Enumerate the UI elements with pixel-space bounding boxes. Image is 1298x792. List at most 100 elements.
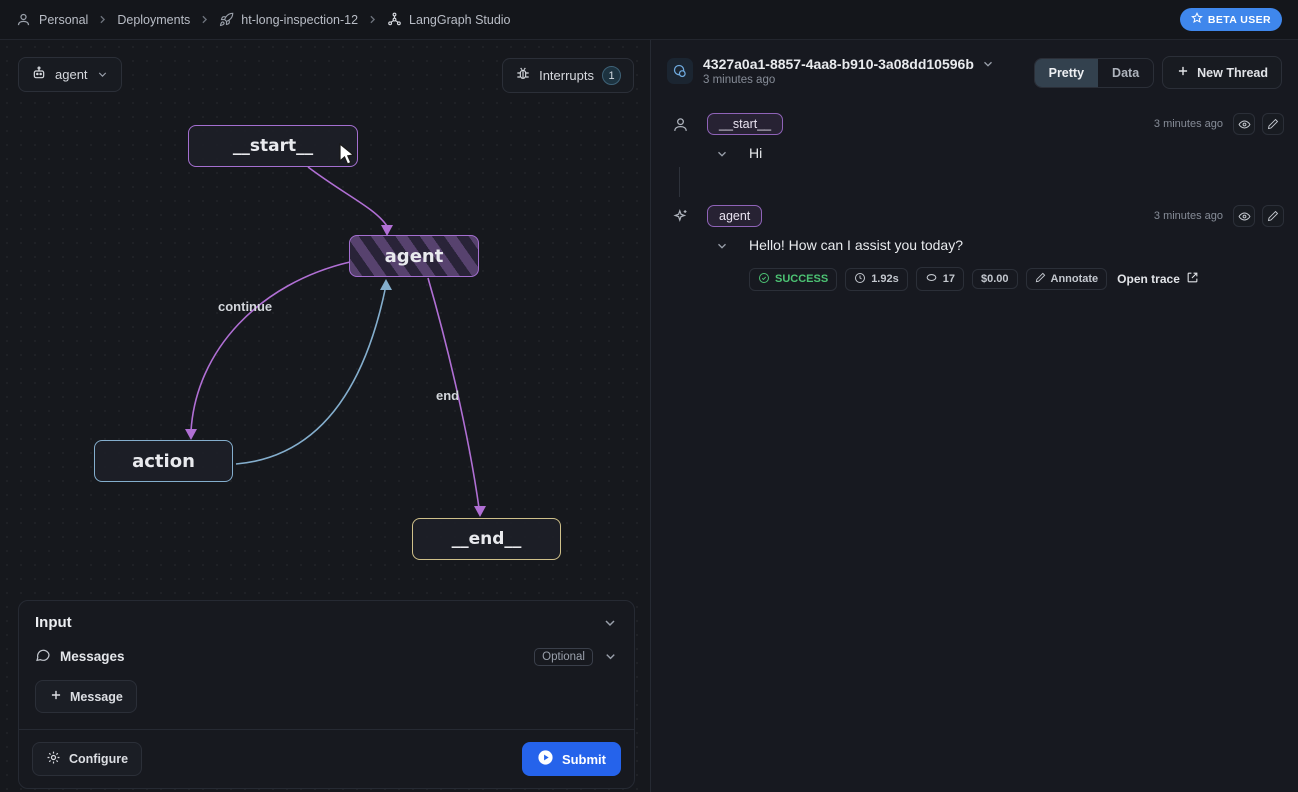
plus-icon	[49, 688, 63, 705]
annotate-label: Annotate	[1050, 273, 1099, 285]
cost-chip: $0.00	[971, 269, 1018, 289]
graph-node-action[interactable]: action	[94, 440, 233, 482]
duration-label: 1.92s	[871, 273, 899, 285]
graph-canvas[interactable]: continue end __start__ agent action __en…	[0, 40, 651, 792]
graph-selector-label: agent	[55, 67, 88, 82]
plus-icon	[1176, 64, 1190, 81]
chevron-right-icon	[366, 13, 379, 26]
submit-button[interactable]: Submit	[521, 742, 621, 776]
open-trace-link[interactable]: Open trace	[1117, 271, 1199, 287]
top-bar: Personal Deployments ht-long-inspection-…	[0, 0, 1298, 40]
thread-header: 4327a0a1-8857-4aa8-b910-3a08dd10596b 3 m…	[665, 50, 1284, 89]
beta-user-label: BETA USER	[1207, 13, 1271, 26]
check-circle-icon	[758, 272, 770, 287]
messages-field-label: Messages	[60, 649, 125, 664]
interrupts-button[interactable]: Interrupts 1	[502, 58, 634, 93]
breadcrumb-personal[interactable]: Personal	[39, 13, 88, 27]
chevron-down-icon[interactable]	[981, 57, 995, 71]
play-circle-icon	[537, 749, 554, 769]
star-icon	[1190, 12, 1203, 27]
graph-node-agent[interactable]: agent	[349, 235, 479, 277]
chevron-down-icon[interactable]	[603, 649, 618, 664]
langgraph-logo-icon	[667, 58, 693, 84]
cost-label: $0.00	[980, 273, 1009, 285]
new-thread-button[interactable]: New Thread	[1162, 56, 1282, 89]
graph-icon	[387, 12, 402, 27]
thread-connector-line	[679, 167, 680, 197]
sparkles-icon	[665, 205, 695, 291]
chevron-down-icon	[96, 68, 109, 81]
tab-data[interactable]: Data	[1098, 59, 1153, 87]
view-state-button[interactable]	[1233, 113, 1255, 135]
token-count-chip: 17	[915, 267, 964, 291]
edge-label-continue: continue	[218, 299, 273, 314]
submit-label: Submit	[561, 751, 606, 767]
edit-message-button[interactable]	[1262, 113, 1284, 135]
bug-icon	[515, 66, 531, 85]
configure-label: Configure	[69, 752, 129, 766]
breadcrumb-deployments[interactable]: Deployments	[117, 13, 190, 27]
role-badge-start[interactable]: __start__	[707, 113, 784, 135]
edge-action-agent-arrow	[380, 279, 392, 290]
edge-start-agent	[307, 166, 388, 227]
graph-node-start[interactable]: __start__	[188, 125, 358, 167]
configure-button[interactable]: Configure	[32, 742, 143, 776]
view-tab-group: Pretty Data	[1033, 57, 1155, 88]
token-count-label: 17	[942, 273, 955, 285]
optional-badge: Optional	[534, 647, 593, 666]
message-timestamp: 3 minutes ago	[1153, 210, 1223, 222]
input-panel-footer: Configure Submit	[19, 729, 634, 788]
edge-label-end: end	[436, 388, 460, 403]
edge-action-agent	[235, 289, 386, 465]
status-badge: SUCCESS	[749, 267, 838, 291]
beta-user-badge: BETA USER	[1179, 8, 1282, 31]
breadcrumb: Personal Deployments ht-long-inspection-…	[16, 12, 511, 27]
edge-agent-action	[190, 261, 351, 432]
graph-node-end[interactable]: __end__	[412, 518, 561, 560]
collapse-chevron-icon[interactable]	[707, 145, 737, 161]
add-message-button[interactable]: Message	[35, 680, 137, 713]
role-badge-agent[interactable]: agent	[707, 205, 763, 227]
chevron-down-icon[interactable]	[602, 615, 618, 631]
message-row-agent: agent 3 minutes ago Hello! How can I ass…	[665, 205, 1284, 291]
messages-field-row: Messages Optional	[19, 639, 634, 668]
new-thread-label: New Thread	[1197, 65, 1268, 80]
interrupts-label: Interrupts	[539, 68, 594, 83]
breadcrumb-studio-label: LangGraph Studio	[409, 12, 511, 27]
thread-pane: 4327a0a1-8857-4aa8-b910-3a08dd10596b 3 m…	[651, 40, 1298, 792]
thread-id: 4327a0a1-8857-4aa8-b910-3a08dd10596b	[703, 56, 974, 72]
open-trace-label: Open trace	[1117, 272, 1180, 286]
pencil-icon	[1035, 272, 1046, 286]
gear-icon	[46, 750, 61, 768]
chat-bubble-icon	[35, 647, 51, 666]
token-icon	[925, 271, 938, 287]
clock-icon	[854, 272, 866, 287]
interrupts-count-badge: 1	[602, 66, 621, 85]
input-panel-header[interactable]: Input	[19, 601, 634, 639]
external-link-icon	[1186, 271, 1199, 287]
rocket-icon	[219, 12, 234, 27]
message-text: Hello! How can I assist you today?	[749, 237, 963, 253]
edge-agent-end	[427, 277, 480, 509]
breadcrumb-deployment-name[interactable]: ht-long-inspection-12	[219, 12, 358, 27]
status-label: SUCCESS	[775, 273, 829, 285]
add-message-label: Message	[70, 689, 123, 704]
annotate-button[interactable]: Annotate	[1025, 268, 1108, 290]
main-split: continue end __start__ agent action __en…	[0, 40, 1298, 792]
breadcrumb-studio[interactable]: LangGraph Studio	[387, 12, 511, 27]
duration-chip: 1.92s	[845, 267, 908, 291]
view-state-button[interactable]	[1233, 205, 1255, 227]
run-meta-chips: SUCCESS 1.92s 17 $0.00 Annotate Open tra…	[749, 267, 1284, 291]
graph-selector-dropdown[interactable]: agent	[18, 57, 122, 92]
robot-icon	[31, 65, 47, 84]
edit-message-button[interactable]	[1262, 205, 1284, 227]
chevron-right-icon	[198, 13, 211, 26]
collapse-chevron-icon[interactable]	[707, 237, 737, 253]
tab-pretty[interactable]: Pretty	[1034, 58, 1099, 87]
message-timestamp: 3 minutes ago	[1153, 118, 1223, 130]
message-list: __start__ 3 minutes ago Hi agent 3 minut…	[665, 113, 1284, 291]
message-row-start: __start__ 3 minutes ago Hi	[665, 113, 1284, 161]
edge-agent-action-arrow	[185, 429, 197, 440]
breadcrumb-deployment-label: ht-long-inspection-12	[241, 12, 359, 27]
message-text: Hi	[749, 145, 763, 161]
